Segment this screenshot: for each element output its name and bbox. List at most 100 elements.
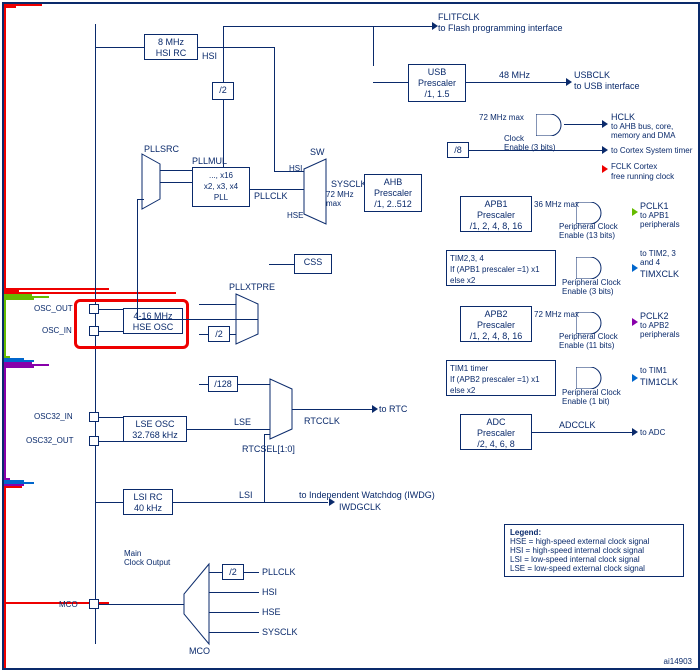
wire [230,334,236,335]
legend-line: LSE = low-speed external clock signal [510,564,645,573]
timxclk-label: TIMXCLK [640,269,679,279]
wire-green [4,298,34,300]
wire [99,309,123,310]
wire [199,334,208,335]
pclk1-label: PCLK1 [640,201,669,211]
flitfclk-dest: to Flash programming interface [438,23,563,33]
arrow-icon [602,120,608,128]
lse-block: LSE OSC 32.768 kHz [123,416,187,442]
wire [466,82,566,83]
wire [137,319,258,320]
wire [199,384,208,385]
arrow-icon [632,374,638,382]
wire [244,572,259,573]
tim1clk-label: TIM1CLK [640,377,678,387]
adc-prescaler: ADC Prescaler /2, 4, 6, 8 [460,414,532,450]
wire [269,264,294,265]
legend-line: HSI = high-speed internal clock signal [510,546,644,555]
wire-purple [4,366,34,368]
apb1-prescaler: APB1 Prescaler /1, 2, 4, 8, 16 [460,196,532,232]
tim1-block: TIM1 timer If (APB2 prescaler =1) x1 els… [446,360,556,396]
arrow-icon [432,22,438,30]
mco-pin-label: MCO [59,600,78,609]
osc-in-pin [89,326,99,336]
wire [95,502,123,503]
diagram-id: ai14903 [664,657,692,666]
hsi-signal-label: HSI [202,51,217,61]
legend-box: Legend: HSE = high-speed external clock … [504,524,684,577]
wire [274,171,304,172]
pclk2-dest: to APB2 peripherals [640,321,680,339]
pclk1-dest: to APB1 peripherals [640,211,680,229]
hse-block: 4-16 MHz HSE OSC [123,308,183,334]
wire [564,124,604,125]
wire [274,47,275,171]
iwdgclk-label: IWDGCLK [339,502,381,512]
wire [198,47,223,48]
lse-signal: LSE [234,417,251,427]
osc-in-label: OSC_IN [42,326,72,335]
sysclk-label: SYSCLK [331,179,367,189]
hclk-label: HCLK [611,112,635,122]
legend-line: LSI = low-speed internal clock signal [510,555,640,564]
osc-out-pin [89,304,99,314]
wire [99,331,123,332]
pll-block: ..., x16 x2, x3, x4 PLL [192,167,250,207]
wire [95,47,144,48]
wire [209,592,259,593]
mco-label-text: Main Clock Output [124,549,170,567]
cortex-dest: to Cortex System timer [611,146,692,155]
wire-green [4,300,6,356]
rtc-dest: to RTC [379,404,407,414]
mco-mux [184,564,219,646]
wire-red [4,604,6,668]
fclk-dest: free running clock [611,172,674,181]
wire-red [4,8,6,288]
wire [199,304,236,305]
arrow-icon [372,405,378,413]
timxclk-dest: to TIM2, 3 and 4 [640,249,676,267]
arrow-icon [632,428,638,436]
wire [99,417,123,418]
tim234-block: TIM2,3, 4 If (APB1 prescaler =1) x1 else… [446,250,556,286]
flitfclk-label: FLITFCLK [438,12,480,22]
pclk2-label: PCLK2 [640,311,669,321]
osc32-in-pin [89,412,99,422]
usbclk-dest: to USB interface [574,81,640,91]
cortex-div8: /8 [447,142,469,158]
clock-tree-diagram: 8 MHz HSI RC HSI FLITFCLK to Flash progr… [2,2,700,670]
lsi-signal: LSI [239,490,253,500]
wire [223,47,274,48]
hsi-div2: /2 [212,82,234,100]
wire [238,384,272,385]
pllmul-label: PLLMUL [192,156,227,166]
pllxtpre-mux [236,294,266,346]
arrow-icon [632,318,638,326]
hclk-dest: to AHB bus, core, memory and DMA [611,122,675,140]
wire [250,189,305,190]
wire [137,199,138,319]
wire [99,441,123,442]
wire [373,82,408,83]
pllxtpre-label: PLLXTPRE [229,282,275,292]
rtcsel-label: RTCSEL[1:0] [242,444,295,454]
wire [99,604,184,605]
mco-opt-1: HSI [262,587,277,597]
wire [373,26,374,66]
mco-div2: /2 [222,564,244,580]
rtcclk-label: RTCCLK [304,416,340,426]
wire-purple [4,368,6,478]
arrow-icon [566,78,572,86]
usb-prescaler: USB Prescaler /1, 1.5 [408,64,466,102]
wire [264,434,270,435]
timxclk-enable: Peripheral Clock Enable (3 bits) [562,278,621,296]
wire [469,150,604,151]
pclk1-enable: Peripheral Clock Enable (13 bits) [559,222,618,240]
arrow-icon [632,208,638,216]
wire-red [4,288,109,290]
pllclk-label: PLLCLK [254,191,288,201]
tim1-dest: to TIM1 [640,366,667,375]
wire [173,502,328,503]
wire-red [4,488,6,602]
wire [209,632,259,633]
